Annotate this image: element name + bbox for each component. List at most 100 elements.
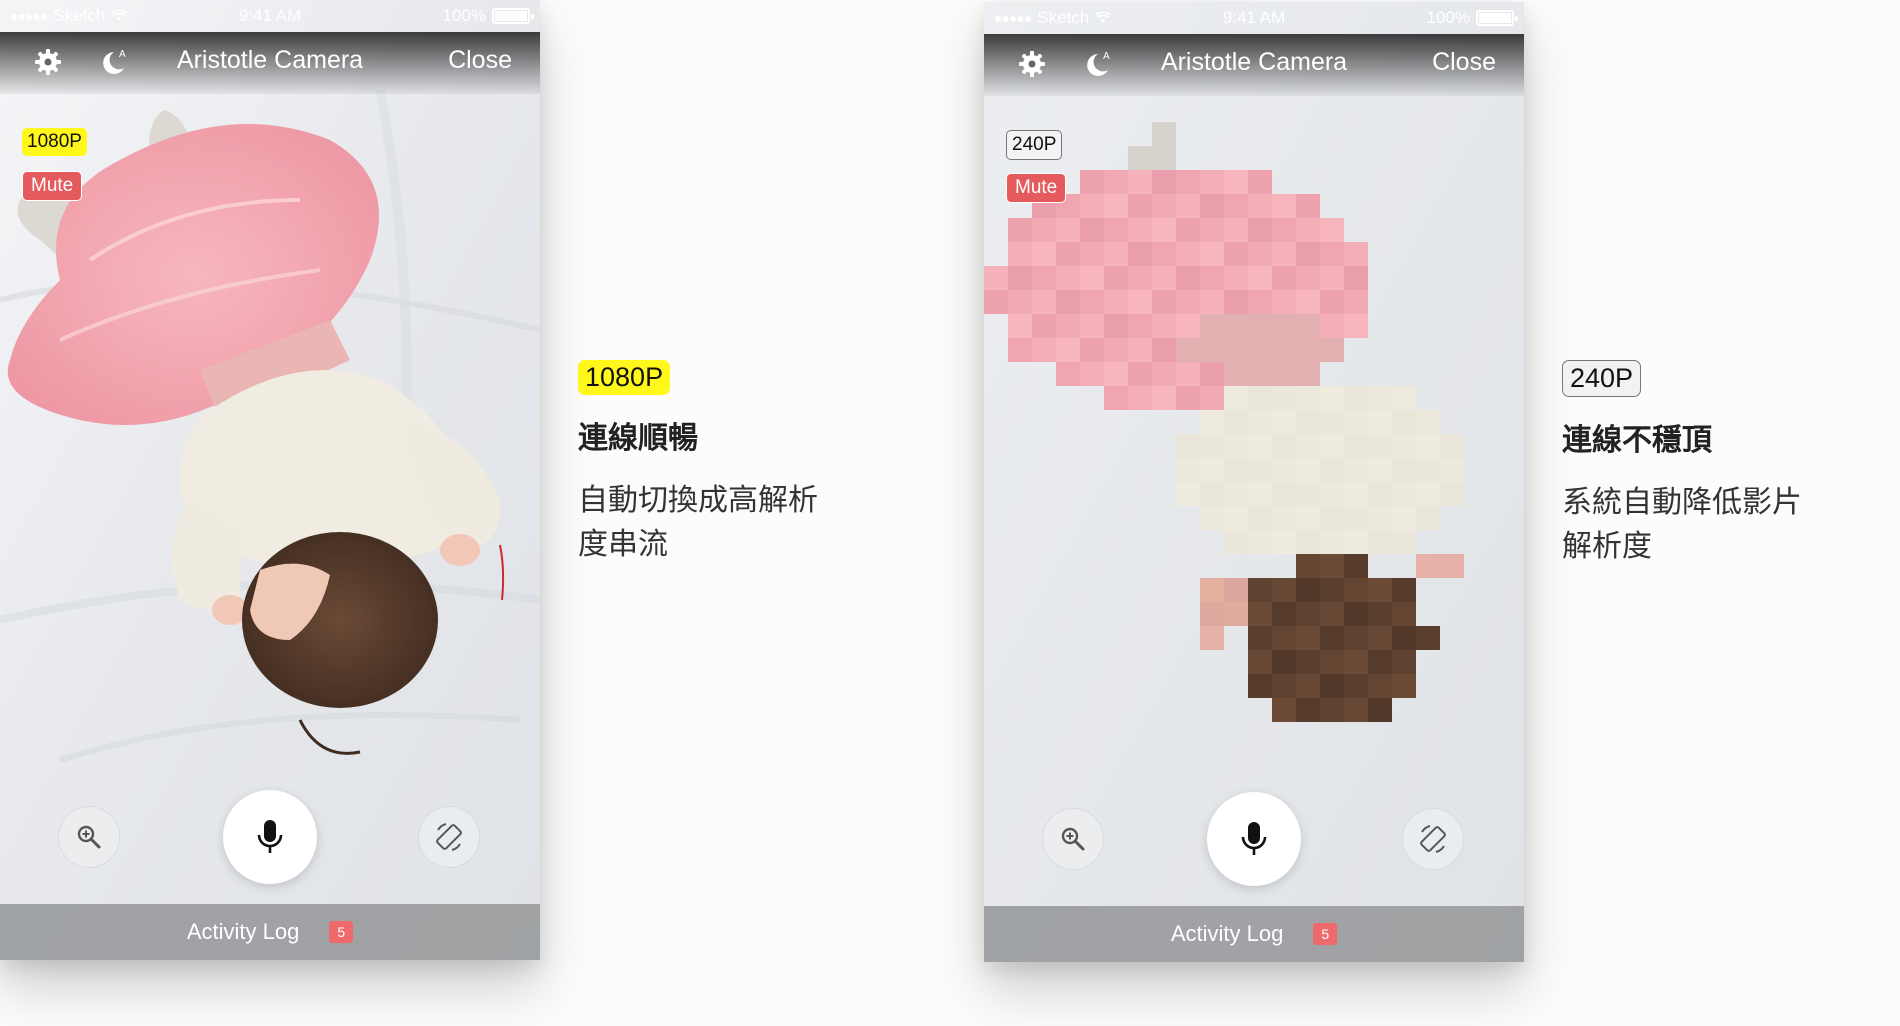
rotate-screen-icon [436, 823, 462, 851]
caption-heading: 連線不穩頂 [1562, 423, 1712, 458]
feed-pixel-block [1080, 362, 1104, 386]
comparison-stage: ●●●●● Sketch 9:41 AM 100% A Aristotle Ca… [0, 0, 1900, 1026]
feed-pixel-block [1344, 626, 1368, 650]
feed-pixel-block [1176, 434, 1200, 458]
rotate-screen-icon [1420, 825, 1446, 853]
feed-pixel-block [1368, 578, 1392, 602]
feed-pixel-block [1344, 578, 1368, 602]
rotate-screen-button[interactable] [1402, 808, 1464, 870]
feed-pixel-block [1368, 458, 1392, 482]
feed-pixel-block [1248, 530, 1272, 554]
feed-pixel-block [1032, 266, 1056, 290]
feed-pixel-block [1152, 122, 1176, 146]
feed-pixel-block [1224, 530, 1248, 554]
feed-pixel-block [1248, 170, 1272, 194]
activity-log-label: Activity Log [186, 919, 300, 944]
feed-pixel-block [1320, 386, 1344, 410]
status-bar: ●●●●● Sketch 9:41 AM 100% [0, 0, 540, 32]
feed-pixel-block [1296, 578, 1320, 602]
feed-pixel-block [1320, 554, 1344, 578]
feed-pixel-block [1080, 338, 1104, 362]
feed-pixel-block [1104, 290, 1128, 314]
feed-pixel-block [1104, 218, 1128, 242]
feed-pixel-block [1008, 266, 1032, 290]
feed-pixel-block [1272, 602, 1296, 626]
microphone-button[interactable] [223, 790, 317, 884]
feed-pixel-block [1392, 410, 1416, 434]
feed-pixel-block [1344, 386, 1368, 410]
feed-pixel-block [1296, 410, 1320, 434]
feed-pixel-block [1344, 410, 1368, 434]
feed-pixel-block [1344, 530, 1368, 554]
microphone-icon [1241, 822, 1267, 855]
feed-pixel-block [1224, 170, 1248, 194]
feed-pixel-block [1224, 194, 1248, 218]
feed-pixel-block [1056, 290, 1080, 314]
battery-icon [492, 8, 534, 24]
feed-pixel-block [1392, 626, 1416, 650]
feed-pixel-block [1296, 458, 1320, 482]
feed-pixel-block [1392, 506, 1416, 530]
feed-pixel-block [1248, 362, 1272, 386]
feed-pixel-block [1320, 674, 1344, 698]
feed-pixel-block [1008, 290, 1032, 314]
caption-hd: 1080P 連線順暢 自動切換成高解析 度串流 [578, 360, 908, 567]
feed-pixel-block [1032, 242, 1056, 266]
feed-pixel-block [1200, 290, 1224, 314]
feed-pixel-block [1440, 554, 1464, 578]
feed-pixel-block [1272, 530, 1296, 554]
close-button[interactable]: Close [448, 46, 512, 75]
zoom-in-icon [77, 825, 101, 849]
battery-icon [1476, 10, 1518, 26]
zoom-button[interactable] [1042, 808, 1104, 870]
feed-pixel-block [1272, 362, 1296, 386]
feed-pixel-block [1200, 506, 1224, 530]
feed-pixel-block [1344, 650, 1368, 674]
feed-pixel-block [1344, 290, 1368, 314]
feed-pixel-block [1416, 458, 1440, 482]
mute-badge[interactable]: Mute [1006, 173, 1067, 203]
feed-pixel-block [1272, 314, 1296, 338]
feed-pixel-block [1200, 434, 1224, 458]
zoom-button[interactable] [58, 806, 120, 868]
feed-pixel-block [1248, 266, 1272, 290]
feed-pixel-block [1296, 434, 1320, 458]
feed-pixel-block [1224, 434, 1248, 458]
feed-pixel-block [1200, 626, 1224, 650]
feed-pixel-block [1200, 482, 1224, 506]
feed-pixel-block [1104, 386, 1128, 410]
feed-pixel-block [1272, 290, 1296, 314]
feed-pixel-block [1200, 314, 1224, 338]
feed-pixel-block [1296, 530, 1320, 554]
feed-pixel-block [1128, 290, 1152, 314]
feed-pixel-block [1272, 674, 1296, 698]
feed-pixel-block [1320, 338, 1344, 362]
feed-pixel-block [1080, 218, 1104, 242]
feed-pixel-block [1080, 242, 1104, 266]
feed-pixel-block [1272, 194, 1296, 218]
microphone-button[interactable] [1207, 792, 1301, 886]
microphone-icon [257, 820, 283, 853]
carrier-label: Sketch [1037, 8, 1090, 27]
feed-pixel-block [1368, 602, 1392, 626]
feed-pixel-block [1224, 386, 1248, 410]
feed-pixel-block [1320, 266, 1344, 290]
feed-pixel-block [1128, 170, 1152, 194]
feed-pixel-block [1152, 290, 1176, 314]
feed-pixel-block [1224, 458, 1248, 482]
feed-pixel-block [1296, 218, 1320, 242]
feed-pixel-block [1128, 242, 1152, 266]
mute-badge[interactable]: Mute [22, 171, 83, 201]
feed-pixel-block [1248, 386, 1272, 410]
activity-log-bar[interactable]: Activity Log 5 [984, 906, 1524, 962]
signal-icon: ●●●●● [10, 8, 48, 24]
caption-sd: 240P 連線不穩頂 系統自動降低影片 解析度 [1562, 360, 1892, 569]
feed-pixel-block [1152, 314, 1176, 338]
feed-pixel-block [1248, 602, 1272, 626]
rotate-screen-button[interactable] [418, 806, 480, 868]
feed-pixel-block [1152, 218, 1176, 242]
activity-log-bar[interactable]: Activity Log 5 [0, 904, 540, 960]
feed-pixel-block [1176, 266, 1200, 290]
close-button[interactable]: Close [1432, 48, 1496, 77]
feed-pixel-block [1176, 290, 1200, 314]
